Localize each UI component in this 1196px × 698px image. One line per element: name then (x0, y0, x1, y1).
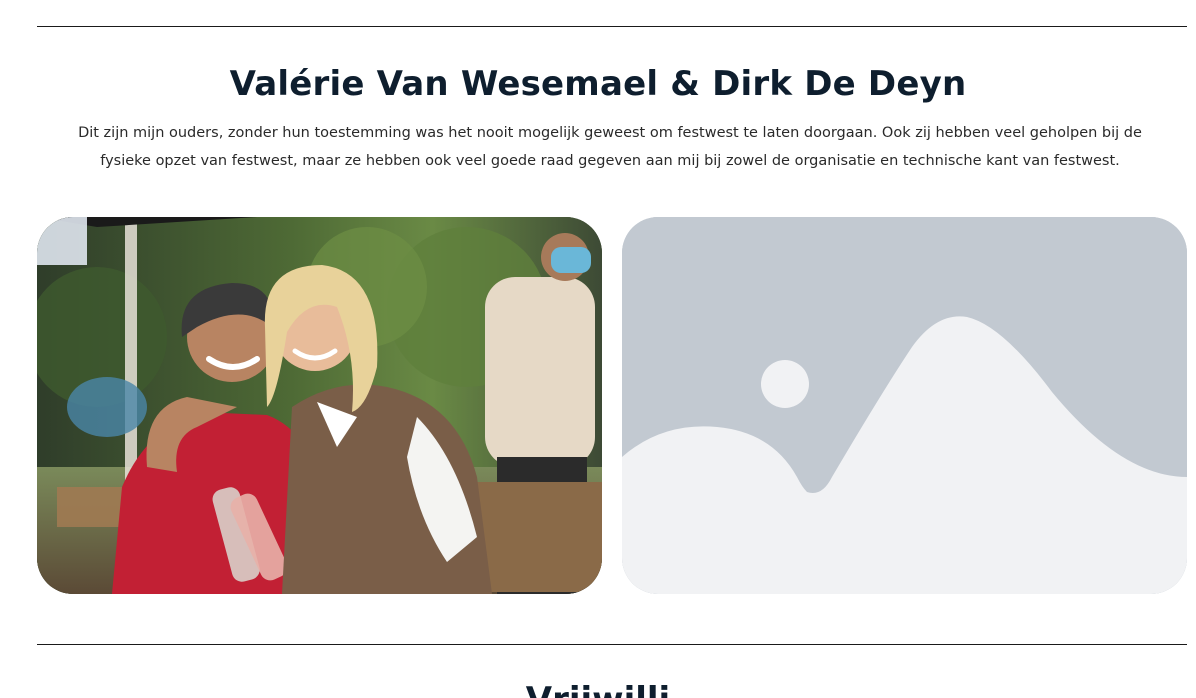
photo-icon (37, 217, 602, 594)
image-placeholder (622, 217, 1187, 594)
section-description: Dit zijn mijn ouders, zonder hun toestem… (78, 125, 1142, 169)
divider-bottom (37, 644, 1187, 645)
section-title: Valérie Van Wesemael & Dirk De Deyn (229, 64, 967, 104)
parents-photo (37, 217, 602, 594)
page: Valérie Van Wesemael & Dirk De Deyn Dit … (0, 0, 1196, 698)
image-placeholder-icon (622, 217, 1187, 594)
next-section-title: Vrijwilli (0, 680, 1196, 698)
divider-top (37, 26, 1187, 27)
